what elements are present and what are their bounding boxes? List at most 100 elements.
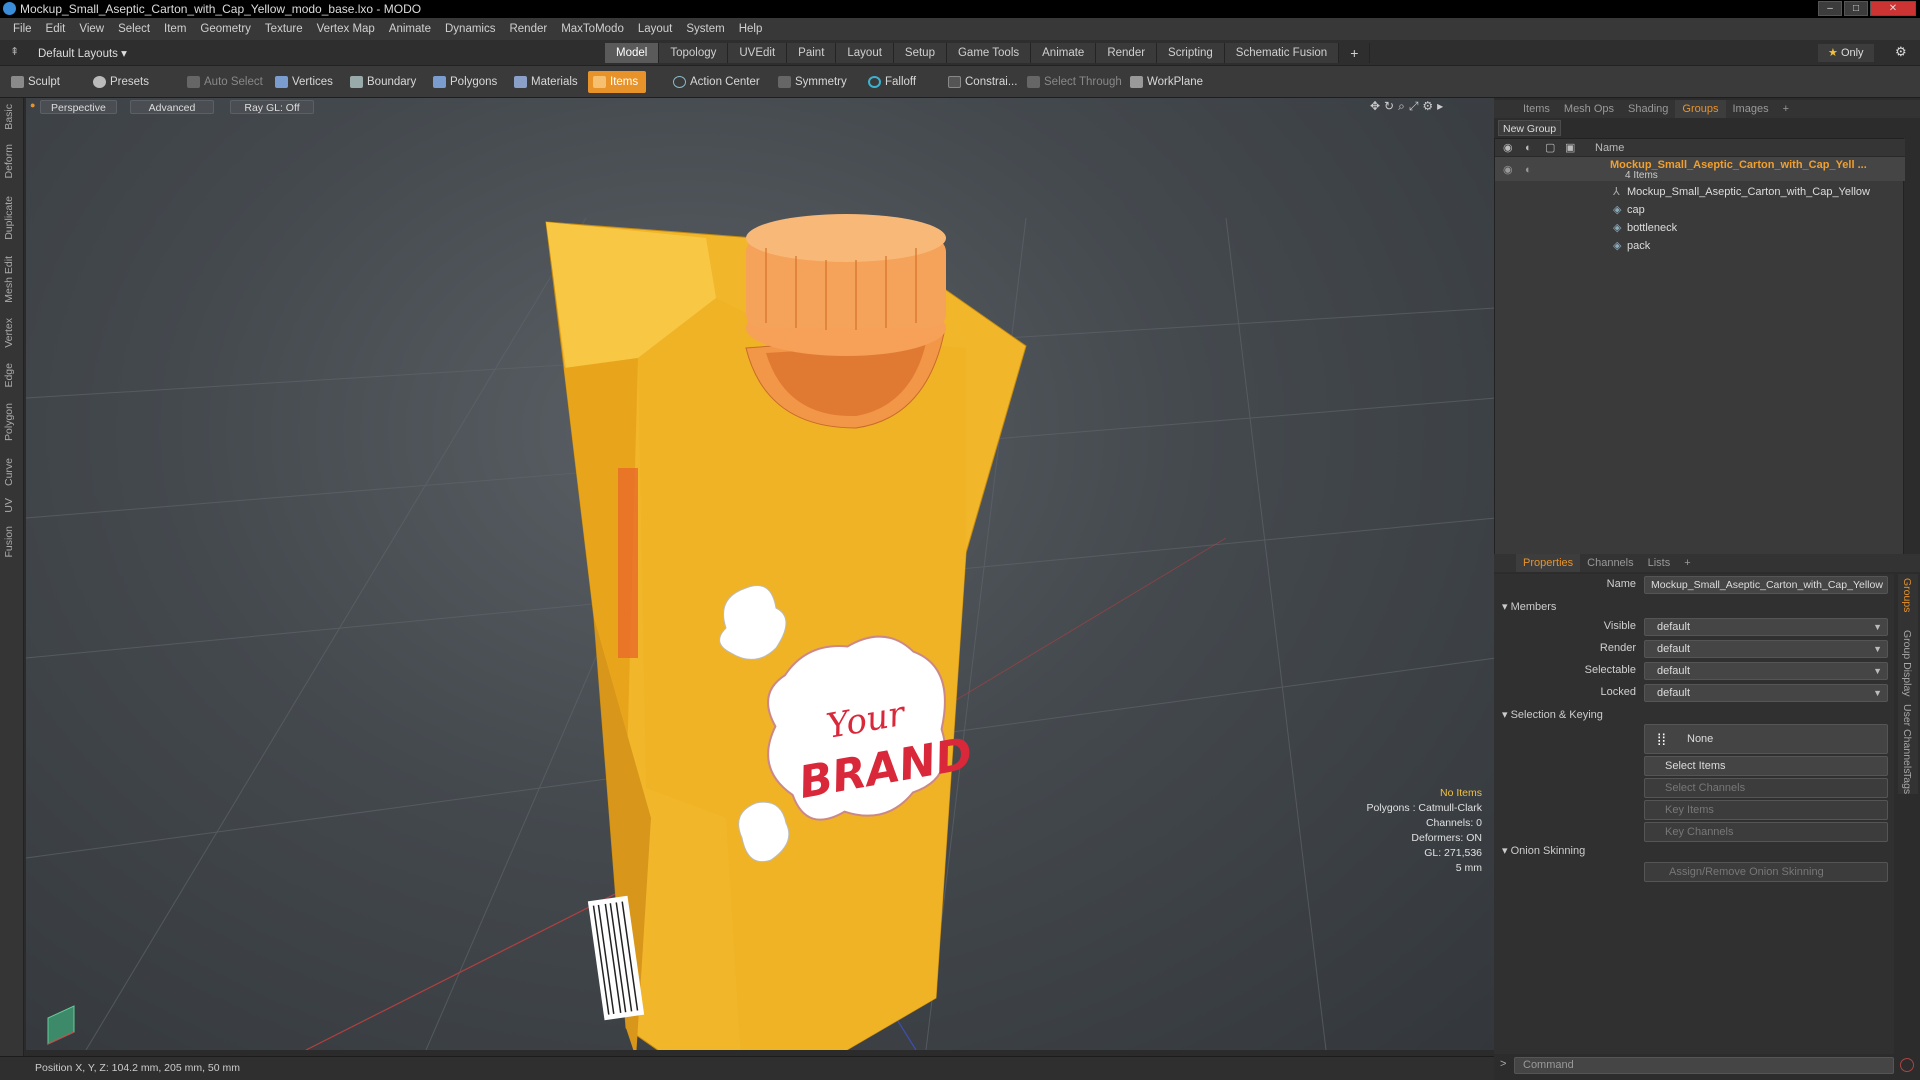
select-items-button[interactable]: Select Items [1644,756,1888,776]
items-button[interactable]: Items [588,71,647,93]
tab-model[interactable]: Model [605,43,660,63]
sculpt-button[interactable]: Sculpt [6,71,68,93]
menu-render[interactable]: Render [502,23,554,35]
tab-lists[interactable]: Lists [1641,554,1678,572]
select-through-button[interactable]: Select Through [1022,71,1130,93]
auto-select-button[interactable]: Auto Select [182,71,271,93]
3d-viewport[interactable]: Your BRAND ● Perspective Advanced Ray GL… [26,98,1496,1050]
menu-texture[interactable]: Texture [258,23,310,35]
record-icon[interactable] [1900,1058,1914,1072]
menu-file[interactable]: File [6,23,39,35]
maximize-button[interactable]: □ [1844,1,1868,16]
tree-item[interactable]: ◈ cap [1495,201,1905,219]
side-tab-group-display[interactable]: Group Display [1901,630,1913,697]
default-layouts-dropdown[interactable]: Default Layouts ▾ [38,46,127,60]
viewport-menu-icon[interactable]: ● [30,100,35,110]
vtab-fusion[interactable]: Fusion [3,526,15,558]
tab-paint[interactable]: Paint [787,43,837,63]
tab-scripting[interactable]: Scripting [1157,43,1225,63]
side-tab-groups[interactable]: Groups [1901,578,1913,612]
none-button[interactable]: ⁞⁞ None [1644,724,1888,754]
vtab-duplicate[interactable]: Duplicate [3,196,15,240]
add-properties-tab-button[interactable]: + [1677,554,1697,572]
vtab-curve[interactable]: Curve [3,458,15,486]
add-panel-tab-button[interactable]: + [1776,100,1796,118]
locked-dropdown[interactable]: default ▼ [1644,684,1888,702]
raygl-toggle[interactable]: Ray GL: Off [230,100,314,114]
view-dropdown[interactable]: Perspective [40,100,117,114]
tab-mesh-ops[interactable]: Mesh Ops [1557,100,1621,118]
new-group-button[interactable]: New Group [1498,120,1562,136]
menu-maxtomodo[interactable]: MaxToModo [554,23,631,35]
render-dropdown[interactable]: default ▼ [1644,640,1888,658]
tab-layout[interactable]: Layout [836,43,894,63]
menu-vertex-map[interactable]: Vertex Map [310,23,382,35]
selectable-dropdown[interactable]: default ▼ [1644,662,1888,680]
tree-item[interactable]: ◈ bottleneck [1495,219,1905,237]
vtab-basic[interactable]: Basic [3,104,15,130]
side-tab-user-channels[interactable]: User Channels [1901,704,1913,773]
carton-model[interactable]: Your BRAND [545,214,1027,1050]
visible-dropdown[interactable]: default ▼ [1644,618,1888,636]
action-center-button[interactable]: Action Center [668,71,768,93]
tree-item[interactable]: ⅄ Mockup_Small_Aseptic_Carton_with_Cap_Ye… [1495,183,1905,201]
menu-geometry[interactable]: Geometry [193,23,258,35]
menu-view[interactable]: View [72,23,111,35]
vertices-button[interactable]: Vertices [270,71,341,93]
vtab-polygon[interactable]: Polygon [3,403,15,441]
falloff-button[interactable]: Falloff [863,71,924,93]
command-input[interactable]: Command [1514,1057,1894,1074]
vtab-edge[interactable]: Edge [3,363,15,388]
render-toggle-icon[interactable]: ◐ [1525,161,1532,179]
symmetry-button[interactable]: Symmetry [773,71,855,93]
assign-onion-skinning-button[interactable]: Assign/Remove Onion Skinning [1644,862,1888,882]
tab-channels[interactable]: Channels [1580,554,1640,572]
minimize-button[interactable]: – [1818,1,1842,16]
menu-layout[interactable]: Layout [631,23,680,35]
visibility-toggle-icon[interactable]: ◉ [1503,161,1513,179]
tab-items[interactable]: Items [1516,100,1557,118]
add-tab-button[interactable]: + [1339,43,1371,63]
onion-skinning-header[interactable]: ▾ Onion Skinning [1502,844,1585,857]
members-section-header[interactable]: ▾ Members [1502,600,1556,613]
vtab-mesh-edit[interactable]: Mesh Edit [3,256,15,303]
only-toggle[interactable]: ★ Only [1818,44,1874,62]
tree-item[interactable]: ◈ pack [1495,237,1905,255]
key-channels-button[interactable]: Key Channels [1644,822,1888,842]
boundary-button[interactable]: Boundary [345,71,424,93]
presets-button[interactable]: Presets [88,71,157,93]
vtab-deform[interactable]: Deform [3,144,15,178]
vtab-uv[interactable]: UV [3,498,15,513]
menu-edit[interactable]: Edit [39,23,73,35]
name-field[interactable]: Mockup_Small_Aseptic_Carton_with_Cap_Yel… [1644,576,1888,594]
tab-properties[interactable]: Properties [1516,554,1581,572]
side-tab-tags[interactable]: Tags [1901,772,1913,794]
menu-animate[interactable]: Animate [382,23,438,35]
key-items-button[interactable]: Key Items [1644,800,1888,820]
tab-schematic-fusion[interactable]: Schematic Fusion [1224,43,1340,63]
selection-keying-header[interactable]: ▾ Selection & Keying [1502,708,1603,721]
menu-select[interactable]: Select [111,23,157,35]
tab-images[interactable]: Images [1726,100,1776,118]
menu-system[interactable]: System [679,23,731,35]
tab-uvedit[interactable]: UVEdit [728,43,788,63]
tab-setup[interactable]: Setup [893,43,947,63]
materials-button[interactable]: Materials [509,71,586,93]
group-row[interactable]: ◉ ◐ Mockup_Small_Aseptic_Carton_with_Cap… [1495,157,1905,181]
select-channels-button[interactable]: Select Channels [1644,778,1888,798]
vtab-vertex[interactable]: Vertex [3,318,15,348]
tab-groups[interactable]: Groups [1675,100,1726,118]
constraints-button[interactable]: Constrai... [943,71,1025,93]
menu-dynamics[interactable]: Dynamics [438,23,502,35]
viewport-nav-icons[interactable]: ✥↻⌕⤢⚙▸ [1370,99,1447,114]
layout-arrow-icon[interactable]: ⇞ [10,45,19,58]
gear-icon[interactable]: ⚙ [1895,44,1907,60]
shading-dropdown[interactable]: Advanced [130,100,214,114]
tab-game-tools[interactable]: Game Tools [946,43,1032,63]
close-button[interactable]: ✕ [1870,1,1916,16]
tab-shading[interactable]: Shading [1621,100,1675,118]
tab-render[interactable]: Render [1096,43,1158,63]
menu-item[interactable]: Item [157,23,193,35]
tab-animate[interactable]: Animate [1031,43,1097,63]
polygons-button[interactable]: Polygons [428,71,505,93]
